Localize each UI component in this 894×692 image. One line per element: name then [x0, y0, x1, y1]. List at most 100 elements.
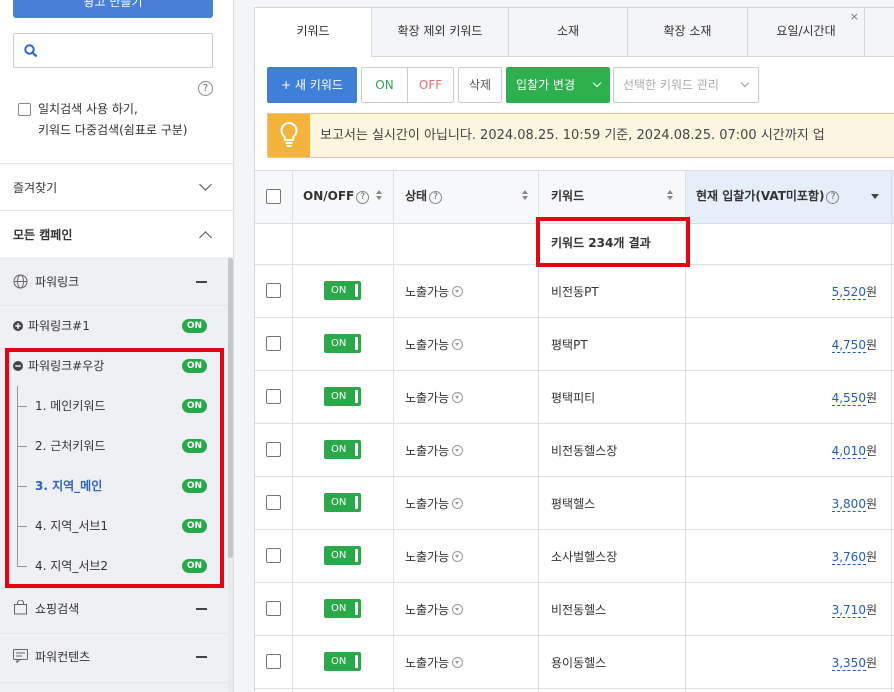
row-bid[interactable]: 4,010원: [831, 442, 877, 459]
tab-day-time[interactable]: 요일/시간대 ×: [747, 7, 865, 57]
row-onoff-toggle[interactable]: ON: [324, 599, 361, 618]
row-checkbox[interactable]: [266, 601, 281, 616]
status-dropdown-icon[interactable]: [452, 392, 464, 403]
on-button[interactable]: ON: [361, 67, 408, 103]
collapse-icon[interactable]: [196, 656, 207, 658]
row-checkbox[interactable]: [266, 548, 281, 563]
all-campaigns-section[interactable]: 모든 캠페인: [0, 211, 228, 257]
delete-button[interactable]: 삭제: [458, 67, 502, 103]
campaign-item[interactable]: 파워링크#1 ON: [0, 306, 228, 346]
row-keyword[interactable]: 비전동PT: [551, 283, 599, 300]
row-checkbox[interactable]: [266, 389, 281, 404]
plus-circle-icon[interactable]: [13, 321, 23, 331]
row-status[interactable]: 노출가능: [405, 601, 464, 618]
row-checkbox[interactable]: [266, 654, 281, 669]
status-dropdown-icon[interactable]: [452, 604, 464, 615]
row-onoff-toggle[interactable]: ON: [324, 281, 361, 300]
status-dropdown-icon[interactable]: [452, 551, 464, 562]
row-status[interactable]: 노출가능: [405, 336, 464, 353]
exact-search-checkbox[interactable]: [18, 103, 31, 116]
row-keyword[interactable]: 비전동헬스: [551, 601, 606, 618]
group-powerlink[interactable]: 파워링크: [0, 262, 228, 302]
row-keyword[interactable]: 비전동헬스장: [551, 442, 617, 459]
row-keyword[interactable]: 평택헬스: [551, 495, 595, 512]
help-icon[interactable]: ?: [429, 191, 443, 204]
sidebar-scroll-thumb[interactable]: [228, 258, 233, 558]
sort-icon[interactable]: [667, 190, 673, 202]
off-button[interactable]: OFF: [407, 67, 454, 103]
row-status[interactable]: 노출가능: [405, 654, 464, 671]
status-dropdown-icon[interactable]: [452, 498, 464, 509]
collapse-icon[interactable]: [196, 608, 207, 610]
row-checkbox[interactable]: [266, 283, 281, 298]
help-icon[interactable]: ?: [198, 81, 213, 96]
chevron-down-icon[interactable]: [199, 178, 212, 191]
group-label: 파워링크: [35, 275, 80, 289]
status-dropdown-icon[interactable]: [452, 286, 464, 297]
highlight-box-adgroups: [5, 348, 224, 588]
row-onoff-toggle[interactable]: ON: [324, 493, 361, 512]
row-status[interactable]: 노출가능: [405, 283, 464, 300]
tab-overflow[interactable]: [864, 7, 894, 57]
row-onoff-toggle[interactable]: ON: [324, 334, 361, 353]
row-onoff-toggle[interactable]: ON: [324, 440, 361, 459]
keyword-panel: + 새 키워드 ON OFF 삭제 입찰가 변경 선택한 키워드 관리 보고서는…: [254, 57, 894, 692]
col-header-current-bid[interactable]: 현재 입찰가(VAT미포함)?: [696, 170, 840, 223]
col-header-status[interactable]: 상태?: [405, 170, 443, 223]
sort-icon[interactable]: [522, 190, 528, 202]
campaign-search-input[interactable]: [46, 40, 206, 62]
group-powercontents[interactable]: 파워컨텐츠: [0, 637, 228, 677]
row-bid[interactable]: 4,750원: [831, 336, 877, 353]
row-status[interactable]: 노출가능: [405, 495, 464, 512]
row-checkbox[interactable]: [266, 495, 281, 510]
row-keyword[interactable]: 평택피티: [551, 389, 595, 406]
col-header-onoff[interactable]: ON/OFF?: [303, 170, 370, 223]
shopping-bag-icon: [14, 600, 27, 615]
row-keyword[interactable]: 평택PT: [551, 336, 588, 353]
status-dropdown-icon[interactable]: [452, 657, 464, 668]
manage-selected-dropdown[interactable]: 선택한 키워드 관리: [613, 67, 759, 103]
new-keyword-button[interactable]: + 새 키워드: [267, 67, 357, 103]
row-bid[interactable]: 3,350원: [831, 654, 877, 671]
row-bid[interactable]: 3,800원: [831, 495, 877, 512]
close-icon[interactable]: ×: [850, 0, 859, 40]
row-onoff-toggle[interactable]: ON: [324, 546, 361, 565]
notice-text: 보고서는 실시간이 아닙니다. 2024.08.25. 10:59 기준, 20…: [320, 128, 825, 143]
bid-change-button[interactable]: 입찰가 변경: [506, 67, 610, 103]
col-divider: [393, 170, 394, 692]
row-onoff-toggle[interactable]: ON: [324, 652, 361, 671]
create-ad-button[interactable]: 광고 만들기: [13, 0, 213, 18]
group-shopping[interactable]: 쇼핑검색: [0, 589, 228, 629]
row-bid[interactable]: 5,520원: [831, 283, 877, 300]
tab-excluded-keywords[interactable]: 확장 제외 키워드: [371, 7, 509, 57]
sort-icon[interactable]: [376, 190, 382, 202]
chevron-down-icon: [740, 78, 750, 88]
status-dropdown-icon[interactable]: [452, 445, 464, 456]
collapse-icon[interactable]: [196, 281, 207, 283]
row-divider: [255, 529, 894, 530]
row-keyword[interactable]: 용이동헬스: [551, 654, 606, 671]
row-status[interactable]: 노출가능: [405, 548, 464, 565]
status-dropdown-icon[interactable]: [452, 339, 464, 350]
campaign-search-box[interactable]: [13, 33, 213, 68]
select-all-checkbox[interactable]: [266, 189, 281, 204]
tab-creatives[interactable]: 소재: [508, 7, 628, 57]
favorites-section[interactable]: 즐겨찾기: [0, 164, 228, 210]
col-header-keyword[interactable]: 키워드: [551, 170, 584, 223]
row-checkbox[interactable]: [266, 442, 281, 457]
row-onoff-toggle[interactable]: ON: [324, 387, 361, 406]
row-bid[interactable]: 4,550원: [831, 389, 877, 406]
tab-keywords[interactable]: 키워드: [254, 7, 372, 58]
help-icon[interactable]: ?: [826, 191, 840, 204]
row-status[interactable]: 노출가능: [405, 442, 464, 459]
row-bid[interactable]: 3,710원: [831, 601, 877, 618]
row-checkbox[interactable]: [266, 336, 281, 351]
row-keyword[interactable]: 소사벌헬스장: [551, 548, 617, 565]
chevron-up-icon[interactable]: [199, 231, 212, 244]
help-icon[interactable]: ?: [356, 191, 370, 204]
row-bid[interactable]: 3,760원: [831, 548, 877, 565]
row-status[interactable]: 노출가능: [405, 389, 464, 406]
search-icon[interactable]: [24, 44, 38, 58]
sort-desc-icon[interactable]: [871, 194, 879, 199]
tab-extension-creatives[interactable]: 확장 소재: [627, 7, 748, 57]
